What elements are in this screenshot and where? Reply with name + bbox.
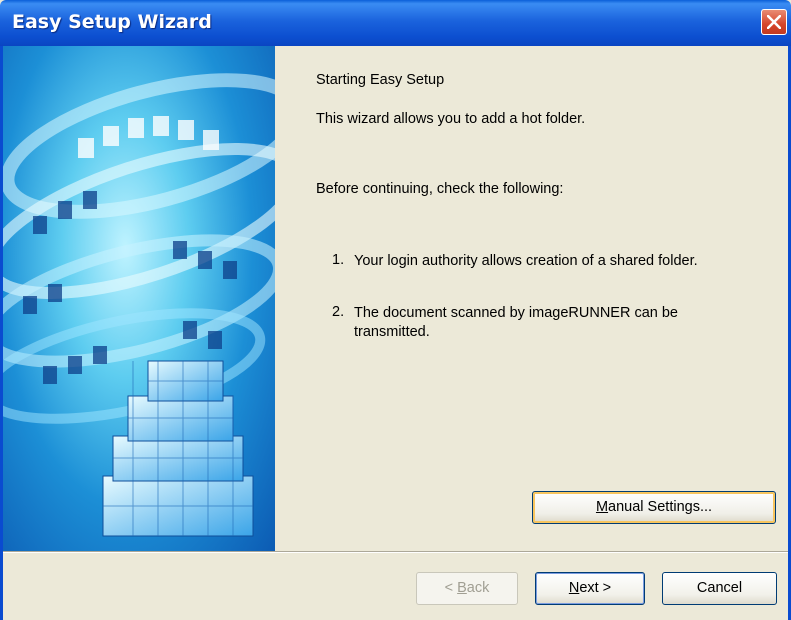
cancel-label: Cancel xyxy=(696,580,743,596)
easy-setup-wizard-window: Easy Setup Wizard Starting Easy Setup Th… xyxy=(0,0,791,620)
manual-settings-label: Manual Settings... xyxy=(595,499,713,515)
list-item-number: 1. xyxy=(332,252,345,268)
footer-separator xyxy=(3,551,788,553)
close-button[interactable] xyxy=(761,9,787,35)
cancel-button[interactable]: Cancel xyxy=(662,572,777,605)
intro-text: This wizard allows you to add a hot fold… xyxy=(316,111,586,127)
spiral-cubes-graphic xyxy=(3,73,275,537)
back-button[interactable]: < Back xyxy=(416,572,518,605)
check-prompt: Before continuing, check the following: xyxy=(316,181,564,197)
list-item-text: The document scanned by imageRUNNER can … xyxy=(354,305,678,340)
title-bar[interactable]: Easy Setup Wizard xyxy=(0,0,791,46)
wizard-banner-image xyxy=(3,46,275,551)
page-heading: Starting Easy Setup xyxy=(316,72,445,88)
close-icon xyxy=(767,15,781,29)
window-title: Easy Setup Wizard xyxy=(12,11,212,33)
list-item-text: Your login authority allows creation of … xyxy=(354,253,698,269)
manual-settings-button[interactable]: Manual Settings... xyxy=(532,491,776,524)
back-label: < Back xyxy=(444,580,490,596)
next-button[interactable]: Next > xyxy=(535,572,645,605)
list-item-number: 2. xyxy=(332,304,345,320)
next-label: Next > xyxy=(568,580,612,596)
